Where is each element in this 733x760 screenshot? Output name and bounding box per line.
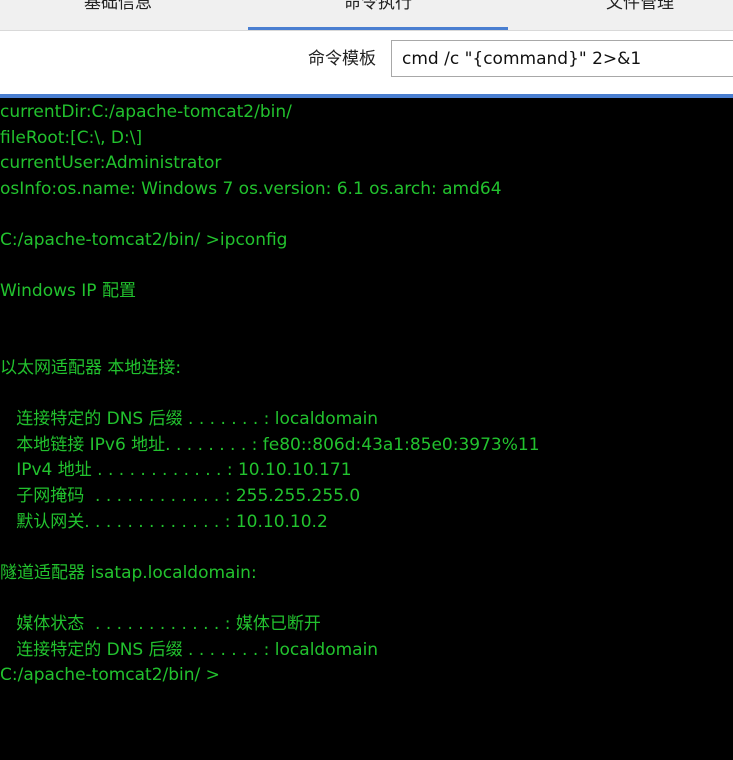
command-template-input[interactable] xyxy=(391,40,733,77)
terminal-line: currentDir:C:/apache-tomcat2/bin/ xyxy=(0,102,292,122)
terminal-line: currentUser:Administrator xyxy=(0,153,222,174)
terminal-line: 子网掩码 . . . . . . . . . . . . : 255.255.2… xyxy=(0,486,361,506)
terminal-line: osInfo:os.name: Windows 7 os.version: 6.… xyxy=(0,178,502,199)
terminal-line: C:/apache-tomcat2/bin/ >ipconfig xyxy=(0,230,288,250)
terminal-line: C:/apache-tomcat2/bin/ > xyxy=(0,665,220,686)
terminal-line: 隧道适配器 isatap.localdomain: xyxy=(0,562,257,583)
command-template-toolbar: 命令模板 xyxy=(0,31,733,94)
tab-bar: 基础信息 命令执行 文件管理 xyxy=(0,0,733,31)
tab-file-management[interactable]: 文件管理 xyxy=(520,0,733,18)
terminal-line: 以太网适配器 本地连接: xyxy=(0,358,182,378)
webshell-manager-window: 基础信息 命令执行 文件管理 命令模板 currentDir:C:/apache… xyxy=(0,0,733,760)
tab-command-execution[interactable]: 命令执行 xyxy=(248,0,508,18)
terminal-line: 连接特定的 DNS 后缀 . . . . . . . : localdomain xyxy=(0,639,379,660)
terminal-line: 连接特定的 DNS 后缀 . . . . . . . : localdomain xyxy=(0,409,379,430)
terminal-line: 本地链接 IPv6 地址. . . . . . . . : fe80::806d… xyxy=(0,434,540,455)
tab-basic-info[interactable]: 基础信息 xyxy=(0,0,236,18)
terminal-line: IPv4 地址 . . . . . . . . . . . . : 10.10.… xyxy=(0,460,352,481)
terminal-line: 媒体状态 . . . . . . . . . . . . : 媒体已断开 xyxy=(0,614,321,634)
terminal-line: fileRoot:[C:\, D:\] xyxy=(0,127,143,148)
terminal-output[interactable]: currentDir:C:/apache-tomcat2/bin/fileRoo… xyxy=(0,98,733,760)
terminal-line: Windows IP 配置 xyxy=(0,281,136,302)
command-template-label: 命令模板 xyxy=(308,49,376,69)
terminal-line: 默认网关. . . . . . . . . . . . . : 10.10.10… xyxy=(0,511,328,532)
